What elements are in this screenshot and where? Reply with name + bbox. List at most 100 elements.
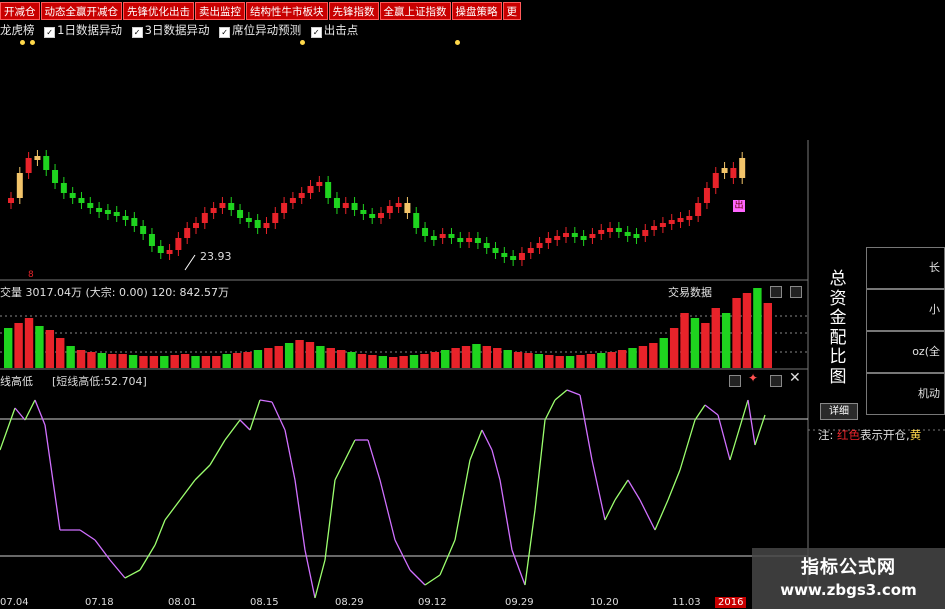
- indicator-line-segment: [324, 479, 336, 561]
- title-char: 总: [829, 269, 847, 289]
- volume-bar: [66, 346, 75, 368]
- indicator-line-segment: [379, 479, 396, 541]
- volume-bar: [160, 356, 169, 368]
- volume-bar: [128, 355, 138, 368]
- candle-body: [369, 214, 376, 218]
- indicator-line-segment: [224, 419, 241, 441]
- indicator-line-segment: [139, 544, 156, 571]
- volume-bar: [108, 354, 117, 368]
- candle-body: [307, 186, 314, 193]
- volume-bar: [212, 356, 221, 368]
- note-yellow: 黄: [909, 428, 922, 442]
- volume-bar: [451, 348, 460, 368]
- volume-bar: [524, 353, 533, 368]
- volume-panel-title: 交易数据: [668, 286, 712, 299]
- indicator-line-segment: [454, 459, 471, 541]
- candle-body: [210, 208, 217, 213]
- candle-body: [52, 170, 59, 183]
- xaxis-label: 09.29: [505, 597, 534, 608]
- volume-bar: [14, 323, 23, 368]
- indicator-title: 线高低: [0, 375, 33, 388]
- candle-body: [439, 234, 446, 238]
- candle-body: [457, 238, 464, 242]
- indicator-line-segment: [469, 429, 483, 461]
- zoom-icon[interactable]: [770, 375, 782, 387]
- indicator-line-segment: [259, 399, 273, 403]
- candle-body: [157, 246, 164, 253]
- volume-bar: [368, 355, 377, 368]
- volume-bar: [316, 346, 325, 368]
- volume-bar: [24, 318, 34, 368]
- volume-bar: [545, 355, 554, 368]
- candle-body: [580, 236, 587, 240]
- indicator-line-segment: [534, 419, 546, 511]
- watermark: 指标公式网 www.zbgs3.com: [752, 548, 945, 609]
- indicator-line-segment: [591, 459, 606, 521]
- volume-info: 交量 3017.04万 (大宗: 0.00) 120: 842.57万: [0, 286, 229, 299]
- candle-body: [571, 233, 578, 237]
- candle-body: [598, 230, 605, 234]
- candle-body: [113, 212, 120, 216]
- indicator-line-segment: [566, 389, 581, 396]
- indicator-value: [短线高低:52.704]: [52, 375, 147, 388]
- settings-icon[interactable]: ✦: [748, 371, 758, 385]
- volume-bar: [669, 328, 679, 368]
- candle-body: [360, 210, 367, 214]
- candle-body: [563, 233, 569, 237]
- stock-chart[interactable]: [0, 0, 945, 609]
- volume-bar: [659, 338, 668, 368]
- volume-bar: [753, 288, 762, 368]
- watermark-url: www.zbgs3.com: [780, 581, 917, 599]
- volume-bar: [701, 323, 710, 368]
- window-icon[interactable]: [729, 375, 741, 387]
- xaxis-label: 11.03: [672, 597, 701, 608]
- volume-bar: [295, 340, 304, 368]
- volume-bar: [586, 354, 596, 368]
- candle-body: [228, 203, 235, 210]
- indicator-line-segment: [179, 479, 196, 501]
- volume-bar: [253, 350, 263, 368]
- candle-body: [404, 203, 411, 213]
- xaxis-label: 10.20: [590, 597, 619, 608]
- candle-body: [96, 208, 103, 212]
- candle-body: [122, 216, 129, 220]
- indicator-line-segment: [704, 404, 719, 416]
- indicator-line-segment: [729, 399, 749, 461]
- indicator-line-segment: [491, 449, 501, 481]
- candle-body: [386, 206, 393, 213]
- volume-bar: [576, 355, 585, 368]
- candle-body: [140, 226, 147, 234]
- volume-bar: [638, 346, 648, 368]
- candle-body: [25, 158, 32, 173]
- candle-body: [193, 223, 199, 228]
- title-char: 配: [829, 327, 847, 348]
- candle-body: [633, 234, 640, 238]
- xaxis-label: 09.12: [418, 597, 447, 608]
- volume-bar: [45, 330, 55, 368]
- candle-body: [104, 210, 111, 214]
- candle-body: [607, 228, 614, 232]
- title-char: 资: [829, 288, 847, 309]
- buy-signal-marker: 出: [733, 200, 745, 212]
- close-icon[interactable]: ✕: [789, 370, 801, 386]
- indicator-line-segment: [154, 519, 166, 546]
- indicator-line-segment: [334, 459, 346, 481]
- xaxis-label: 08.29: [335, 597, 364, 608]
- volume-bar: [472, 344, 481, 368]
- indicator-line-segment: [304, 549, 316, 599]
- zoom-icon[interactable]: [790, 286, 802, 298]
- candle-body: [69, 193, 76, 198]
- volume-bar: [378, 356, 387, 368]
- window-icon[interactable]: [770, 286, 782, 298]
- candle-body: [730, 168, 737, 178]
- candle-body: [624, 232, 631, 236]
- volume-bar: [118, 354, 127, 368]
- indicator-line-segment: [44, 424, 61, 531]
- indicator-line-segment: [314, 559, 326, 599]
- candle-body: [686, 216, 693, 220]
- detail-button[interactable]: 详细: [820, 403, 858, 420]
- indicator-line-segment: [627, 479, 641, 501]
- indicator-line-segment: [209, 439, 226, 466]
- volume-bar: [35, 326, 44, 368]
- indicator-line-segment: [194, 464, 211, 481]
